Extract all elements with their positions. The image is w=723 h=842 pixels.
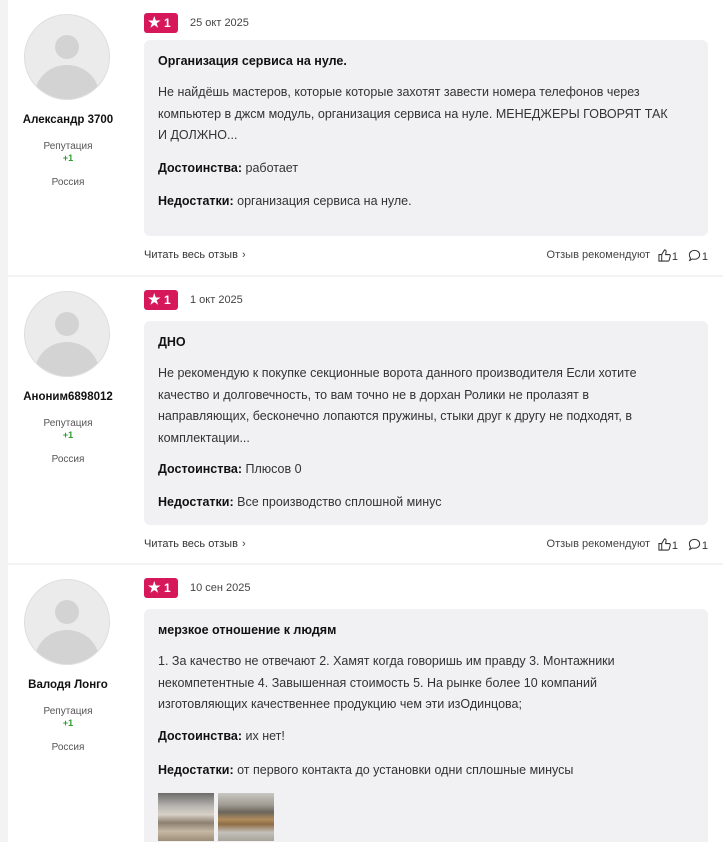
review-date: 25 окт 2025 bbox=[190, 17, 249, 29]
review-card: Валодя Лонго Репутация +1 Россия ★ 1 10 … bbox=[8, 565, 723, 842]
rating-badge: ★ 1 bbox=[144, 290, 178, 310]
author-country: Россия bbox=[51, 742, 85, 753]
review-text: Не найдёшь мастеров, которые которые зах… bbox=[158, 85, 668, 142]
like-button[interactable]: 1 bbox=[658, 249, 678, 263]
cons-text: организация сервиса на нуле. bbox=[237, 194, 412, 208]
reputation-value: +1 bbox=[62, 430, 74, 440]
comment-count: 1 bbox=[701, 540, 708, 552]
review-body: мерзкое отношение к людям 1. За качество… bbox=[144, 609, 708, 842]
cons-text: Все производство сплошной минус bbox=[237, 495, 442, 509]
pros-text: их нет! bbox=[245, 729, 285, 743]
review-body: ДНО Не рекомендую к покупке секционные в… bbox=[144, 321, 708, 525]
reputation-value: +1 bbox=[62, 153, 74, 163]
review-date: 10 сен 2025 bbox=[190, 582, 251, 594]
reviews-page: Александр 3700 Репутация +1 Россия ★ 1 2… bbox=[0, 0, 723, 842]
reputation-label: Репутация bbox=[43, 141, 93, 152]
comment-icon bbox=[688, 249, 700, 262]
review-pros: Достоинства: работает bbox=[158, 161, 298, 175]
star-icon: ★ bbox=[148, 291, 161, 307]
recommend-label: Отзыв рекомендуют bbox=[546, 249, 650, 261]
like-count: 1 bbox=[671, 540, 678, 552]
review-date: 1 окт 2025 bbox=[190, 294, 243, 306]
review-photo[interactable] bbox=[158, 793, 214, 841]
recommend-label: Отзыв рекомендуют bbox=[546, 538, 650, 550]
pros-label: Достоинства: bbox=[158, 161, 243, 175]
read-more-link[interactable]: Читать весь отзыв › bbox=[144, 538, 246, 550]
review-card: Александр 3700 Репутация +1 Россия ★ 1 2… bbox=[8, 0, 723, 275]
read-more-link[interactable]: Читать весь отзыв › bbox=[144, 249, 246, 261]
reputation-value: +1 bbox=[62, 718, 74, 728]
avatar[interactable] bbox=[24, 14, 110, 100]
comment-button[interactable]: 1 bbox=[688, 538, 708, 552]
star-icon: ★ bbox=[148, 579, 161, 595]
reputation-label: Репутация bbox=[43, 418, 93, 429]
review-title[interactable]: мерзкое отношение к людям bbox=[158, 623, 336, 637]
review-pros: Достоинства: их нет! bbox=[158, 729, 285, 743]
thumbs-up-icon bbox=[658, 249, 671, 262]
comment-count: 1 bbox=[701, 251, 708, 263]
avatar[interactable] bbox=[24, 579, 110, 665]
pros-text: работает bbox=[245, 161, 299, 175]
review-photo[interactable] bbox=[218, 793, 274, 841]
thumbs-up-icon bbox=[658, 538, 671, 551]
rating-value: 1 bbox=[164, 581, 171, 595]
author-country: Россия bbox=[51, 177, 85, 188]
review-pros: Достоинства: Плюсов 0 bbox=[158, 462, 302, 476]
chevron-right-icon: › bbox=[241, 538, 246, 550]
reputation-label: Репутация bbox=[43, 706, 93, 717]
review-footer: Читать весь отзыв › Отзыв рекомендуют 1 1 bbox=[144, 249, 708, 265]
avatar[interactable] bbox=[24, 291, 110, 377]
review-cons: Недостатки: Все производство сплошной ми… bbox=[158, 495, 441, 509]
review-cons: Недостатки: от первого контакта до устан… bbox=[158, 763, 573, 777]
pros-label: Достоинства: bbox=[158, 462, 243, 476]
author-name[interactable]: Александр 3700 bbox=[8, 114, 128, 126]
chevron-right-icon: › bbox=[241, 249, 246, 261]
like-button[interactable]: 1 bbox=[658, 538, 678, 552]
cons-label: Недостатки: bbox=[158, 763, 234, 777]
rating-badge: ★ 1 bbox=[144, 578, 178, 598]
star-icon: ★ bbox=[148, 14, 161, 30]
review-body: Организация сервиса на нуле. Не найдёшь … bbox=[144, 40, 708, 236]
review-title[interactable]: Организация сервиса на нуле. bbox=[158, 54, 347, 68]
review-card: Аноним6898012 Репутация +1 Россия ★ 1 1 … bbox=[8, 277, 723, 563]
review-text: Не рекомендую к покупке секционные ворот… bbox=[158, 366, 637, 445]
author-name[interactable]: Валодя Лонго bbox=[8, 679, 128, 691]
review-cons: Недостатки: организация сервиса на нуле. bbox=[158, 194, 412, 208]
author-name[interactable]: Аноним6898012 bbox=[8, 391, 128, 403]
review-footer: Читать весь отзыв › Отзыв рекомендуют 1 1 bbox=[144, 538, 708, 554]
cons-label: Недостатки: bbox=[158, 194, 234, 208]
rating-value: 1 bbox=[164, 16, 171, 30]
rating-badge: ★ 1 bbox=[144, 13, 178, 33]
rating-value: 1 bbox=[164, 293, 171, 307]
review-text: 1. За качество не отвечают 2. Хамят когд… bbox=[158, 654, 615, 711]
like-count: 1 bbox=[671, 251, 678, 263]
comment-icon bbox=[688, 538, 700, 551]
pros-text: Плюсов 0 bbox=[245, 462, 302, 476]
cons-text: от первого контакта до установки одни сп… bbox=[237, 763, 574, 777]
comment-button[interactable]: 1 bbox=[688, 249, 708, 263]
pros-label: Достоинства: bbox=[158, 729, 243, 743]
review-title[interactable]: ДНО bbox=[158, 335, 186, 349]
author-country: Россия bbox=[51, 454, 85, 465]
cons-label: Недостатки: bbox=[158, 495, 234, 509]
